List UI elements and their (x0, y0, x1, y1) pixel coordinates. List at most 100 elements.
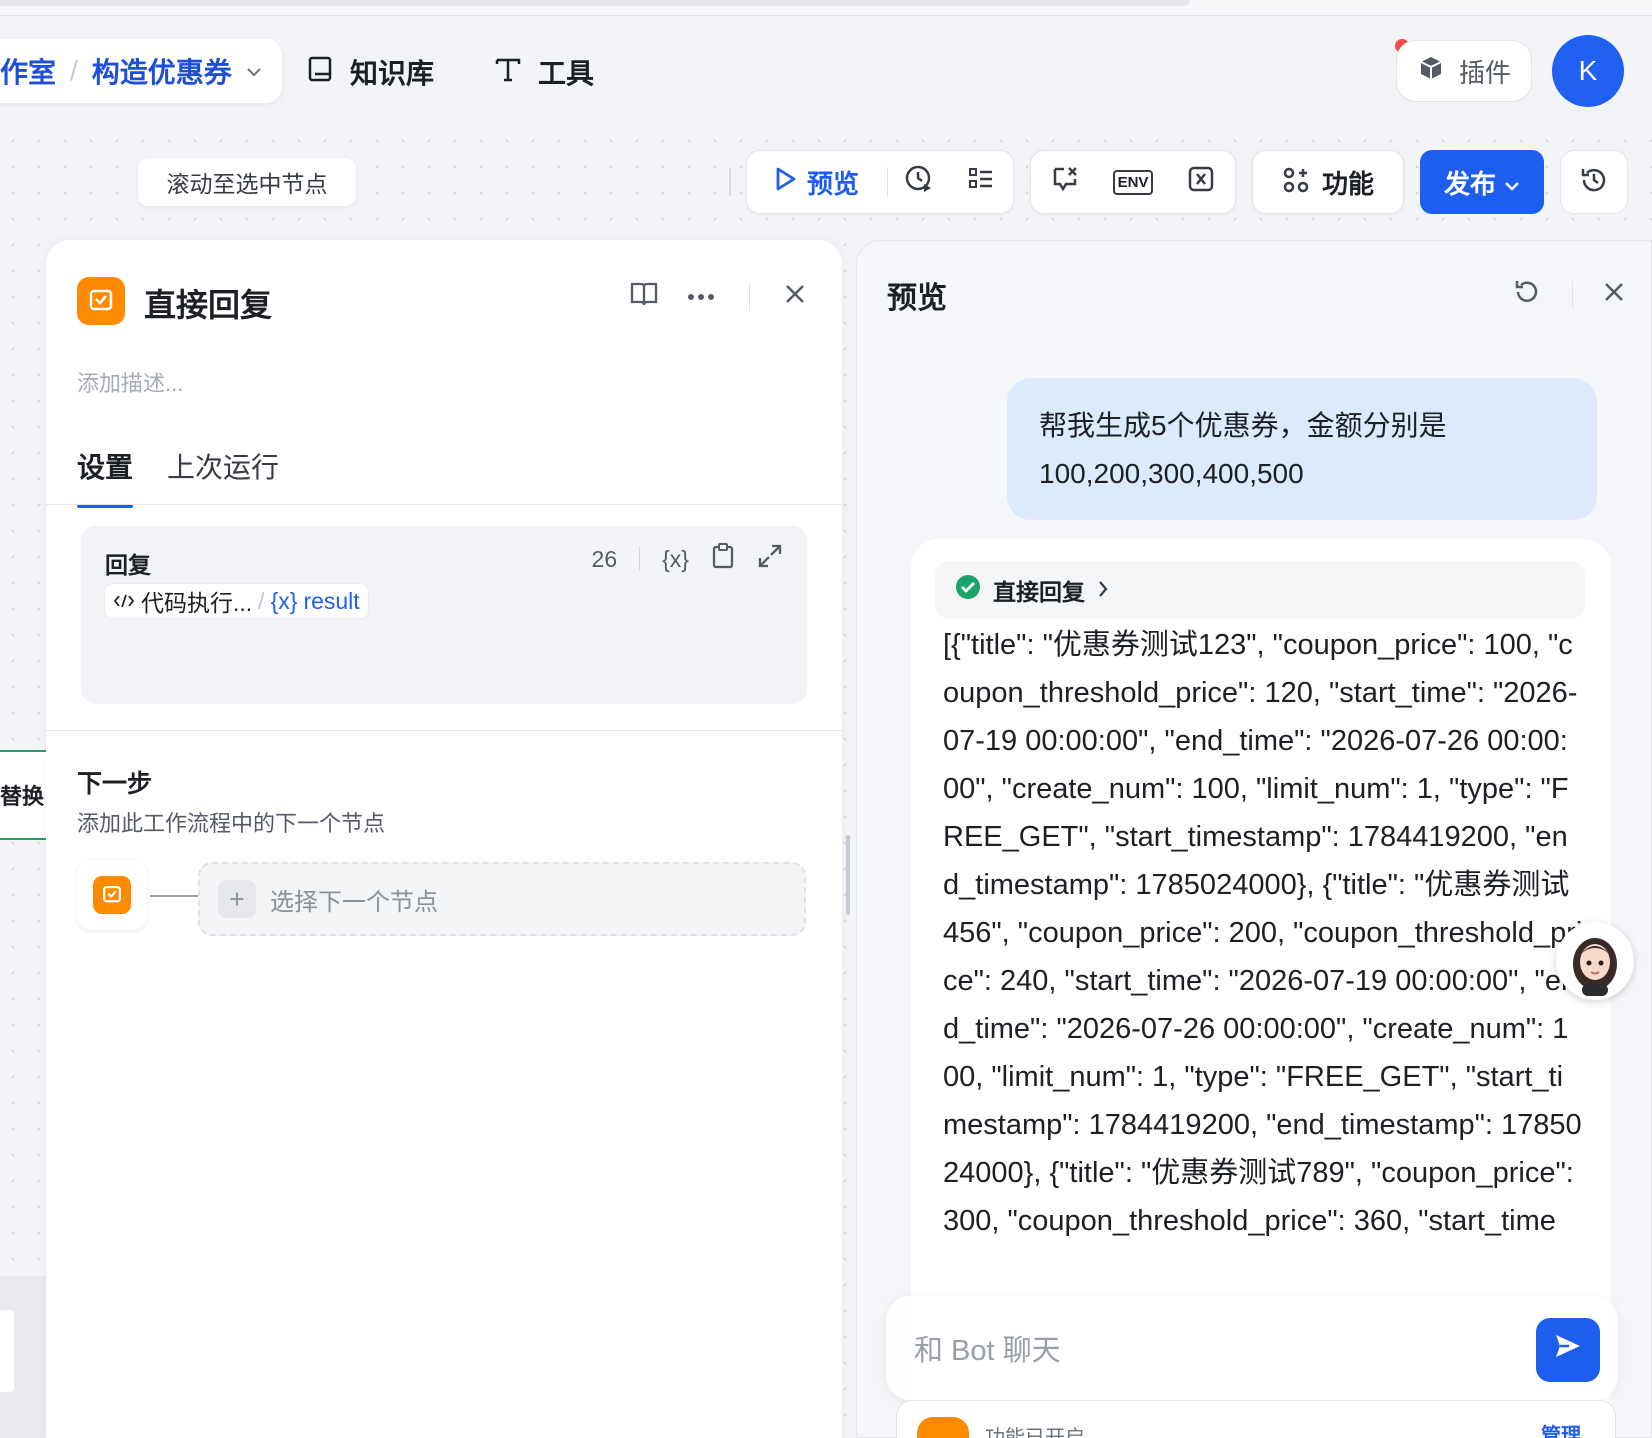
canvas-node-inner (0, 1310, 14, 1392)
send-button[interactable] (1536, 1318, 1600, 1382)
clear-variable-button[interactable] (1031, 151, 1099, 213)
chip-variable-name: result (303, 587, 360, 614)
features-button[interactable]: 功能 (1252, 150, 1404, 214)
reply-tools: 26 {x} (592, 542, 783, 576)
play-icon (775, 166, 797, 199)
tools-divider (639, 547, 641, 571)
variable-chip[interactable]: 代码执行... / {x} result (105, 584, 368, 618)
canvas-node-partial[interactable]: 替换 (0, 750, 46, 840)
manage-link[interactable]: 管理 (1541, 1419, 1581, 1438)
features-footer: 功能已开启 管理 (896, 1400, 1616, 1438)
plugin-label: 插件 (1458, 57, 1511, 88)
environment-variables-button[interactable]: ENV (1099, 151, 1167, 213)
preview-title: 预览 (887, 282, 947, 315)
footer-status-text: 功能已开启 (985, 1427, 1085, 1438)
code-icon (113, 588, 135, 615)
tabs-divider (46, 504, 842, 505)
check-circle-icon (955, 574, 981, 606)
more-icon[interactable] (687, 288, 715, 306)
close-icon[interactable] (784, 283, 806, 310)
preview-panel: 预览 帮我生成5个优惠券，金额分别是100,200,300,400,500 直接… (856, 240, 1652, 1438)
features-label: 功能 (1321, 168, 1374, 199)
variable-box-icon (1187, 165, 1215, 200)
node-connector (150, 888, 200, 904)
breadcrumb-current-workflow[interactable]: 构造优惠券 (92, 51, 232, 91)
version-history-button[interactable] (1560, 150, 1628, 214)
variables-toolgroup: ENV (1030, 150, 1236, 214)
test-run-history-button[interactable] (888, 151, 950, 213)
next-step-subtitle: 添加此工作流程中的下一个节点 (77, 811, 386, 836)
preview-toolgroup: 预览 (746, 150, 1014, 214)
tab-last-run[interactable]: 上次运行 (167, 446, 279, 486)
reset-icon[interactable] (1512, 277, 1542, 312)
comment-x-icon (1050, 164, 1080, 201)
user-avatar[interactable]: K (1552, 35, 1624, 107)
test-set-button[interactable] (950, 151, 1012, 213)
breadcrumb-separator: / (70, 55, 78, 86)
section-divider (46, 730, 842, 731)
clock-play-icon (904, 164, 934, 201)
nav-knowledge-label: 知识库 (350, 58, 435, 89)
canvas-node-label: 替换 (0, 784, 45, 809)
chevron-right-icon (1097, 577, 1109, 604)
node-panel-toolbar (629, 280, 806, 313)
node-settings-panel: 直接回复 添加描述... 设置 上次运行 回复 26 {x} 代码执行... /… (46, 240, 842, 1438)
node-tabs: 设置 上次运行 (77, 446, 279, 508)
assistant-avatar[interactable] (1556, 922, 1634, 1000)
nav-knowledge[interactable]: 知识库 (306, 52, 434, 92)
close-icon[interactable] (1603, 281, 1625, 308)
nav-tools[interactable]: 工具 (494, 52, 594, 92)
chevron-down-icon[interactable] (246, 61, 262, 82)
reply-node-icon (77, 277, 125, 325)
apps-icon (1282, 166, 1310, 199)
reply-node-icon (93, 876, 131, 914)
select-next-node[interactable]: + 选择下一个节点 (198, 862, 806, 936)
insert-variable-icon[interactable]: {x} (662, 546, 689, 573)
env-icon: ENV (1112, 169, 1154, 195)
toolbar-divider (1572, 280, 1573, 309)
checklist-icon (967, 165, 995, 200)
tool-icon (494, 55, 522, 90)
current-node-icon (77, 860, 147, 930)
scroll-to-selected-node-button[interactable]: 滚动至选中节点 (138, 158, 356, 206)
plus-icon: + (218, 880, 256, 918)
reply-label: 回复 (105, 552, 151, 578)
feature-icon (917, 1417, 969, 1438)
plugin-button[interactable]: 插件 (1396, 40, 1532, 102)
char-count: 26 (591, 545, 618, 572)
variable-button[interactable] (1167, 151, 1235, 213)
node-title[interactable]: 直接回复 (144, 280, 272, 326)
next-step-title: 下一步 (77, 770, 153, 798)
breadcrumb-parent[interactable]: 作室 (0, 51, 56, 91)
preview-toolbar (1512, 277, 1625, 312)
expand-icon[interactable] (757, 543, 783, 575)
bot-reply-text: [{"title": "优惠券测试123", "coupon_price": 1… (943, 629, 1583, 1237)
description-input[interactable]: 添加描述... (77, 366, 183, 398)
workflow-status[interactable]: 直接回复 (935, 561, 1585, 619)
docs-book-icon[interactable] (629, 280, 659, 313)
publish-button[interactable]: 发布 (1420, 150, 1544, 214)
toolbar-divider (729, 168, 731, 196)
chip-source-node: 代码执行... (141, 590, 253, 616)
horizontal-scrollbar[interactable] (0, 0, 1190, 6)
chat-input-placeholder: 和 Bot 聊天 (914, 1335, 1061, 1367)
select-next-node-label: 选择下一个节点 (270, 888, 438, 916)
nav-tools-label: 工具 (538, 58, 595, 89)
breadcrumb: 作室 / 构造优惠券 (0, 39, 282, 103)
user-message: 帮我生成5个优惠券，金额分别是100,200,300,400,500 (1007, 378, 1597, 520)
reply-editor[interactable]: 回复 26 {x} 代码执行... / {x} result (81, 526, 807, 704)
chevron-down-icon (1504, 167, 1520, 198)
preview-button[interactable]: 预览 (747, 151, 887, 213)
toolbar-divider (749, 282, 750, 311)
chip-separator: / (258, 587, 265, 614)
preview-label: 预览 (806, 168, 859, 199)
history-icon (1579, 165, 1609, 200)
chat-input[interactable]: 和 Bot 聊天 (886, 1296, 1618, 1400)
cube-icon (1417, 54, 1445, 89)
tab-settings[interactable]: 设置 (77, 446, 134, 508)
panel-resize-handle[interactable] (846, 835, 850, 915)
clipboard-icon[interactable] (711, 542, 735, 576)
book-icon (306, 55, 334, 90)
workflow-status-label: 直接回复 (993, 579, 1085, 605)
app-header: 作室 / 构造优惠券 知识库 工具 插件 K (0, 16, 1652, 128)
